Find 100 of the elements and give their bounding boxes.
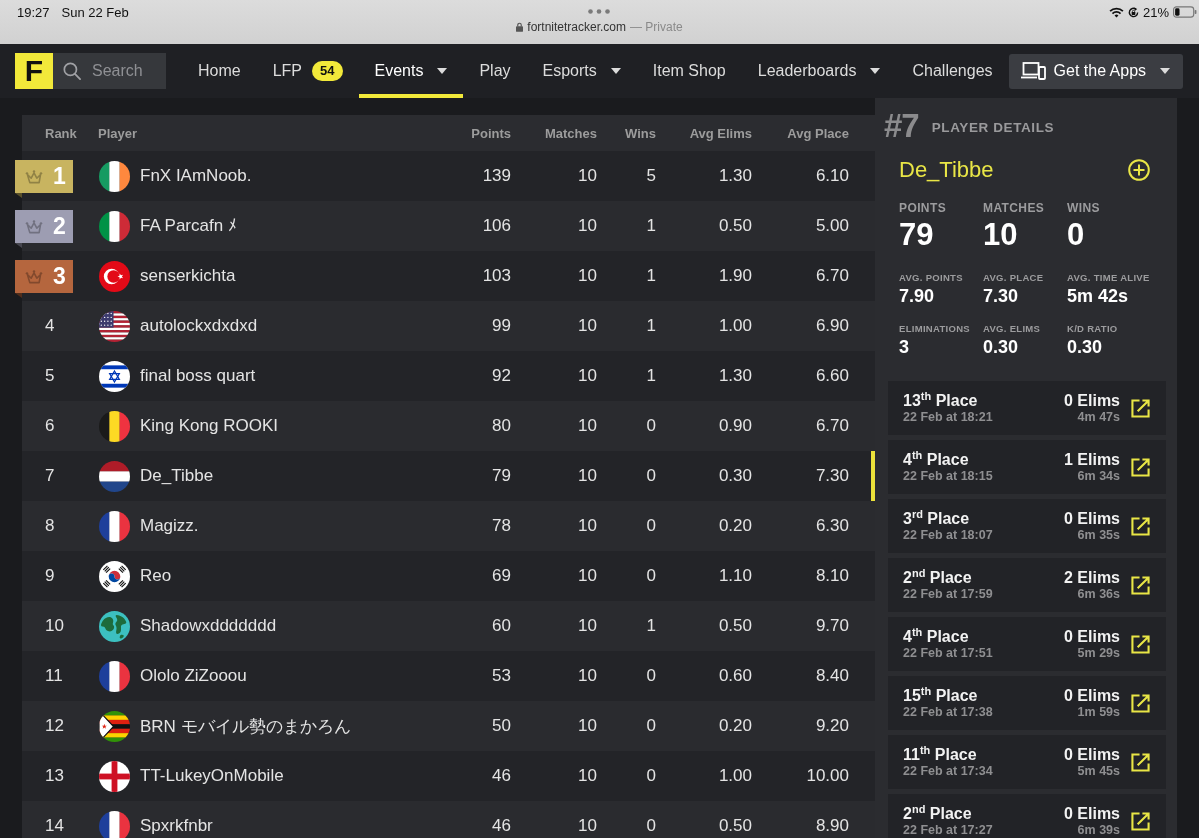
table-cell-text: 10 xyxy=(577,166,597,186)
table-cell-text: 8.40 xyxy=(814,666,849,686)
player-name[interactable]: Spxrkfnbr xyxy=(140,816,213,836)
table-cell-text: 10 xyxy=(577,466,597,486)
nav-link[interactable]: Leaderboards xyxy=(741,44,897,98)
site-logo[interactable]: F xyxy=(15,53,53,89)
table-cell-text: 0 xyxy=(645,666,656,686)
external-link-icon[interactable] xyxy=(1131,575,1150,595)
player-name[interactable]: King Kong ROOKI xyxy=(140,416,278,436)
table-cell-text: 99 xyxy=(491,316,511,336)
column-header: Rank xyxy=(44,125,78,141)
crown-icon xyxy=(25,169,43,184)
wifi-icon xyxy=(1108,6,1124,18)
player-name[interactable]: Shadowxddddddd xyxy=(140,616,277,636)
external-link-icon[interactable] xyxy=(1131,693,1150,713)
rank-number: 11 xyxy=(44,666,64,686)
table-cell-text: 1.00 xyxy=(717,316,752,336)
italy-flag-icon xyxy=(99,210,130,242)
table-cell-text: 0 xyxy=(645,466,656,486)
table-cell-text: 46 xyxy=(491,766,511,786)
external-link-icon[interactable] xyxy=(1131,811,1150,831)
player-name[interactable]: Reo xyxy=(140,566,172,586)
stat-label: POINTS xyxy=(899,201,948,215)
player-name[interactable]: Magizz. xyxy=(140,516,199,536)
stat-value: 10 xyxy=(983,218,1019,252)
nav-link[interactable]: Esports xyxy=(526,44,637,98)
nav-link[interactable]: Item Shop xyxy=(636,44,742,98)
table-cell-text: 0.20 xyxy=(717,716,752,736)
stat-label: ELIMINATIONS xyxy=(899,323,971,334)
table-cell-text: 6.70 xyxy=(814,266,849,286)
table-cell-text: 0.60 xyxy=(717,666,752,686)
column-header: Avg Elims xyxy=(688,125,752,141)
external-link-icon[interactable] xyxy=(1131,516,1150,536)
stat-value: 7.30 xyxy=(983,286,1020,307)
match-duration: 6m 36s xyxy=(1076,587,1120,602)
table-cell-text: 1.30 xyxy=(717,166,752,186)
stat-value: 3 xyxy=(899,337,910,358)
status-date: Sun 22 Feb xyxy=(61,4,129,20)
rotation-lock-icon xyxy=(1127,6,1139,18)
stat-label: AVG. POINTS xyxy=(899,272,964,283)
nav-link[interactable]: LFP 54 xyxy=(256,44,359,98)
rank-number: 4 xyxy=(44,316,56,336)
table-cell-text: 10 xyxy=(577,216,597,236)
table-cell-text: 0.30 xyxy=(717,466,752,486)
player-name[interactable]: De_Tibbe xyxy=(140,466,214,486)
match-elims: 1 Elims xyxy=(1063,450,1120,469)
usa-flag-icon xyxy=(99,310,130,342)
player-name[interactable]: TT-LukeyOnMobile xyxy=(140,766,284,786)
rank-number: 10 xyxy=(44,616,65,636)
url-text[interactable]: fortnitetracker.com xyxy=(527,20,626,34)
search-field[interactable]: Search xyxy=(53,53,166,89)
lock-icon xyxy=(516,22,524,32)
player-name[interactable]: FnX IAmNoob. xyxy=(140,166,252,186)
table-cell-text: 1 xyxy=(645,266,656,286)
table-cell-text: 10 xyxy=(577,716,597,736)
table-cell-text: 8.90 xyxy=(814,816,849,836)
external-link-icon[interactable] xyxy=(1131,398,1150,418)
column-header: Wins xyxy=(624,125,656,141)
table-cell-text: 69 xyxy=(491,566,511,586)
player-name[interactable]: autolockxdxdxd xyxy=(140,316,258,336)
get-apps-button[interactable]: Get the Apps xyxy=(1008,53,1183,89)
player-name[interactable]: final boss quart xyxy=(140,366,256,386)
table-cell-text: 9.20 xyxy=(814,716,849,736)
globe-icon xyxy=(99,610,130,642)
private-label: — Private xyxy=(630,20,683,34)
match-elims: 0 Elims xyxy=(1063,627,1120,646)
match-date: 22 Feb at 17:34 xyxy=(903,764,993,779)
nav-link[interactable]: Play xyxy=(463,44,527,98)
england-flag-icon xyxy=(99,760,130,792)
table-cell-text: 0 xyxy=(645,566,656,586)
rank-number: 3 xyxy=(53,263,66,290)
external-link-icon[interactable] xyxy=(1131,752,1150,772)
more-dots-icon[interactable] xyxy=(588,9,611,14)
nav-link[interactable]: Events xyxy=(358,44,464,98)
player-name[interactable]: senserkichta xyxy=(140,266,236,286)
external-link-icon[interactable] xyxy=(1131,634,1150,654)
player-name[interactable]: Ololo ZiZooou xyxy=(140,666,247,686)
nav-link[interactable]: Home xyxy=(182,44,257,98)
nav-link[interactable]: Challenges xyxy=(896,44,1009,98)
table-cell-text: 9.70 xyxy=(814,616,849,636)
player-name[interactable]: BRN モバイル勢のまかろん xyxy=(140,714,351,738)
stat-label: MATCHES xyxy=(983,201,1046,215)
table-cell-text: 139 xyxy=(481,166,511,186)
match-place: 4$^{th}$ Place xyxy=(903,450,970,469)
count-pill: 54 xyxy=(312,61,343,81)
crown-icon xyxy=(25,269,43,284)
match-elims: 2 Elims xyxy=(1063,568,1120,587)
match-elims: 0 Elims xyxy=(1063,391,1120,410)
match-place: 2$^{nd}$ Place xyxy=(903,804,973,823)
match-duration: 6m 34s xyxy=(1076,469,1120,484)
stat-label: AVG. ELIMS xyxy=(983,323,1042,334)
external-link-icon[interactable] xyxy=(1131,457,1150,477)
column-header: Player xyxy=(98,125,139,141)
plus-circle-icon[interactable] xyxy=(1128,159,1150,181)
table-cell-text: 0 xyxy=(645,416,656,436)
stat-value: 79 xyxy=(899,218,935,252)
table-cell-text: 1 xyxy=(645,316,656,336)
player-name[interactable]: FA Parcafn ﾒ xyxy=(140,216,237,236)
search-icon xyxy=(63,62,81,80)
table-cell-text: 10.00 xyxy=(805,766,849,786)
